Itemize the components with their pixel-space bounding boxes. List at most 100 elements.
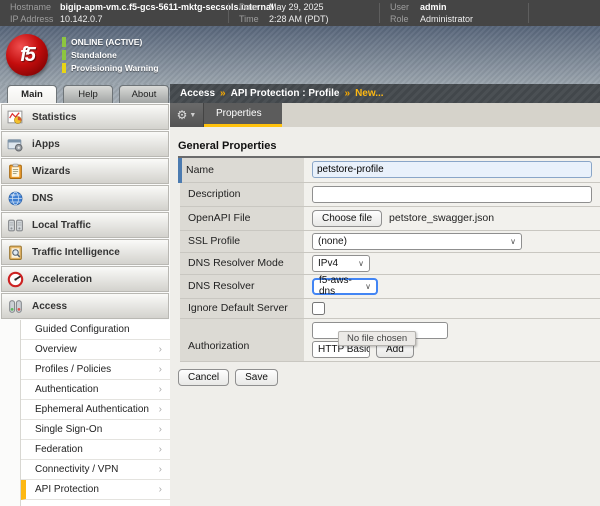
breadcrumb: Access » API Protection : Profile » New.… — [170, 84, 600, 103]
dns-resolver-label: DNS Resolver — [188, 280, 255, 292]
submenu-label: Overview — [35, 344, 77, 355]
ignore-default-server-label: Ignore Default Server — [188, 302, 288, 314]
hostname-label: Hostname — [10, 2, 54, 12]
submenu-label: Single Sign-On — [35, 424, 102, 435]
submenu-item-authentication[interactable]: Authentication› — [21, 380, 170, 400]
submenu-item-connectivity-vpn[interactable]: Connectivity / VPN› — [21, 460, 170, 480]
chevron-right-icon: › — [159, 404, 162, 415]
time-value: 2:28 AM (PDT) — [269, 14, 329, 24]
submenu-label: Guided Configuration — [35, 324, 130, 335]
description-input[interactable] — [312, 186, 592, 203]
submenu-item-overview[interactable]: Overview› — [21, 340, 170, 360]
submenu-item-guided-configuration[interactable]: Guided Configuration — [21, 320, 170, 340]
ignore-default-server-checkbox[interactable] — [312, 302, 325, 315]
submenu-item-single-sign-on[interactable]: Single Sign-On› — [21, 420, 170, 440]
authorization-label: Authorization — [188, 340, 249, 352]
nav-tab-band: Main Help About — [0, 84, 170, 103]
chevron-right-icon: › — [159, 364, 162, 375]
sidebar-item-label: Traffic Intelligence — [32, 247, 120, 258]
chevron-down-icon: ▼ — [189, 112, 196, 119]
wizards-icon — [7, 163, 24, 180]
breadcrumb-api-protection-profile[interactable]: API Protection : Profile — [231, 88, 340, 99]
user-label: User — [390, 2, 414, 12]
sidebar-item-wizards[interactable]: Wizards — [1, 158, 169, 184]
options-gear-button[interactable]: ⚙ ▼ — [170, 103, 204, 127]
dns-resolver-mode-label: DNS Resolver Mode — [188, 257, 284, 269]
host-header: Hostnamebigip-apm-vm.c.f5-gcs-5611-mktg-… — [0, 0, 600, 26]
name-input[interactable] — [312, 161, 592, 178]
save-button[interactable]: Save — [235, 369, 278, 386]
cancel-button[interactable]: Cancel — [178, 369, 229, 386]
role-value: Administrator — [420, 14, 473, 24]
sidebar-item-iapps[interactable]: iApps — [1, 131, 169, 157]
ip-label: IP Address — [10, 14, 54, 24]
breadcrumb-access[interactable]: Access — [180, 88, 215, 99]
access-submenu: Guided Configuration Overview› Profiles … — [20, 320, 170, 506]
tab-main[interactable]: Main — [7, 85, 57, 103]
ip-value: 10.142.0.7 — [60, 14, 103, 24]
sidebar-item-dns[interactable]: DNS — [1, 185, 169, 211]
ssl-profile-value: (none) — [318, 236, 347, 247]
dns-resolver-mode-select[interactable]: IPv4∨ — [312, 255, 370, 272]
main-column: Access » API Protection : Profile » New.… — [170, 84, 600, 506]
tab-about[interactable]: About — [119, 85, 169, 103]
status-label: Provisioning Warning — [71, 63, 159, 73]
tab-properties[interactable]: Properties — [204, 103, 282, 127]
dns-resolver-select[interactable]: f5-aws-dns∨ — [312, 278, 378, 295]
user-value: admin — [420, 2, 447, 12]
sidebar-item-label: Wizards — [32, 166, 70, 177]
dns-resolver-value: f5-aws-dns — [319, 275, 359, 297]
sidebar-item-acceleration[interactable]: Acceleration — [1, 266, 169, 292]
iapps-icon — [7, 136, 24, 153]
submenu-label: Profiles / Policies — [35, 364, 111, 375]
date-value: May 29, 2025 — [269, 2, 324, 12]
sidebar-item-label: Local Traffic — [32, 220, 91, 231]
ssl-profile-row: SSL Profile (none)∨ — [180, 230, 600, 252]
submenu-item-profiles-policies[interactable]: Profiles / Policies › — [21, 360, 170, 380]
ssl-profile-select[interactable]: (none)∨ — [312, 233, 522, 250]
status-indicator — [62, 50, 66, 60]
sidebar-item-statistics[interactable]: Statistics — [1, 104, 169, 130]
form-area: General Properties Name Description Open… — [170, 127, 600, 506]
access-icon — [7, 298, 24, 315]
general-properties-table: Name Description OpenAPI File Choose fil… — [178, 158, 600, 362]
dns-icon — [7, 190, 24, 207]
breadcrumb-current: New... — [355, 88, 384, 99]
submenu-item-ephemeral-authentication[interactable]: Ephemeral Authentication › — [21, 400, 170, 420]
chevron-down-icon: ∨ — [358, 259, 364, 268]
description-row: Description — [180, 182, 600, 206]
content: Main Help About Statistics iApps Wizards… — [0, 84, 600, 506]
f5-logo[interactable]: f5 — [6, 34, 48, 76]
submenu-item-federation[interactable]: Federation› — [21, 440, 170, 460]
dns-resolver-mode-row: DNS Resolver Mode IPv4∨ — [180, 252, 600, 274]
sidebar: Statistics iApps Wizards DNS Local Traff… — [0, 103, 170, 506]
chevron-right-icon: › — [159, 484, 162, 495]
submenu-item-api-protection[interactable]: API Protection › — [21, 480, 170, 500]
date-label: Date — [239, 2, 263, 12]
local-traffic-icon — [7, 217, 24, 234]
sidebar-item-access[interactable]: Access — [1, 293, 169, 319]
status-online: ONLINE (ACTIVE) — [62, 37, 159, 47]
name-label: Name — [186, 164, 214, 176]
submenu-item-partial — [21, 500, 170, 506]
traffic-intelligence-icon — [7, 244, 24, 261]
time-label: Time — [239, 14, 263, 24]
sidebar-item-local-traffic[interactable]: Local Traffic — [1, 212, 169, 238]
no-file-chosen-tooltip: No file chosen — [338, 331, 416, 346]
breadcrumb-separator: » — [345, 88, 351, 99]
tab-help[interactable]: Help — [63, 85, 113, 103]
submenu-label: Ephemeral Authentication — [35, 404, 149, 415]
openapi-filename: petstore_swagger.json — [389, 212, 494, 224]
ssl-profile-label: SSL Profile — [188, 235, 240, 247]
sidebar-item-label: Acceleration — [32, 274, 92, 285]
sidebar-item-traffic-intelligence[interactable]: Traffic Intelligence — [1, 239, 169, 265]
sidebar-item-label: iApps — [32, 139, 60, 150]
submenu-label: API Protection — [35, 484, 99, 495]
header-divider — [528, 3, 529, 23]
status-label: Standalone — [71, 50, 117, 60]
status-indicator — [62, 37, 66, 47]
chevron-right-icon: › — [159, 384, 162, 395]
view-tabstrip: ⚙ ▼ Properties — [170, 103, 600, 127]
openapi-file-row: OpenAPI File Choose filepetstore_swagger… — [180, 206, 600, 230]
choose-file-button[interactable]: Choose file — [312, 210, 382, 227]
